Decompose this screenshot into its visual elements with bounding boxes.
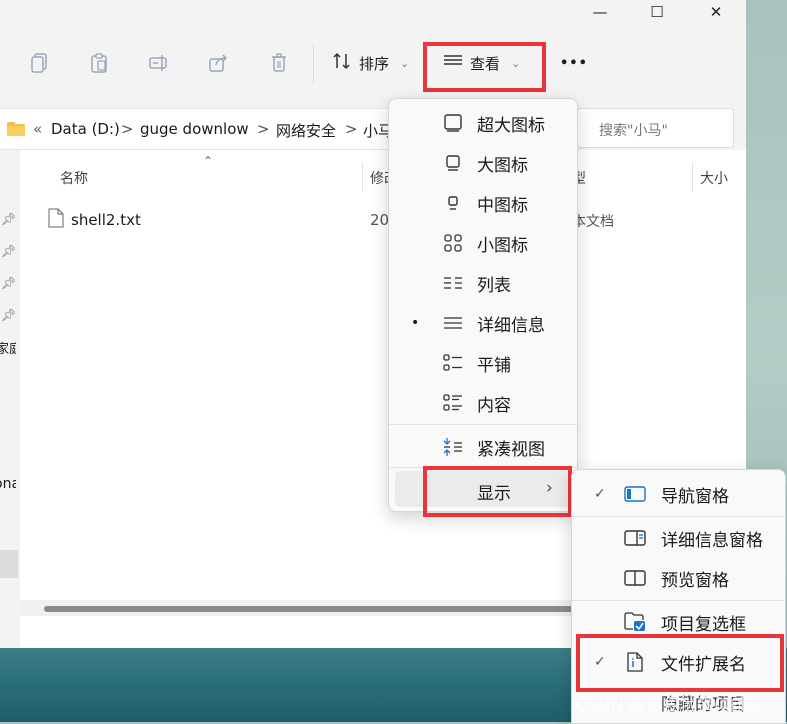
menu-item-label: 大图标 [477, 155, 528, 176]
menu-item-tiles[interactable]: 平铺 [389, 345, 577, 381]
menu-item-label: 列表 [477, 275, 511, 296]
menu-item-small-icons[interactable]: 小图标 [389, 225, 577, 261]
menu-item-label: 超大图标 [477, 115, 545, 136]
nav-item-partial[interactable]: ona [0, 476, 16, 492]
menu-separator [389, 424, 577, 425]
submenu-item-navigation-pane[interactable]: ✓ 导航窗格 [572, 476, 785, 512]
file-type: 本文档 [572, 214, 614, 230]
medium-icons-icon [442, 192, 464, 214]
command-bar: 排序 ⌄ 查看 ⌄ ••• [0, 36, 746, 92]
pin-icon[interactable]: 📌︎ [1, 308, 16, 322]
selected-bullet-icon: • [411, 315, 420, 331]
paste-icon[interactable] [85, 50, 113, 76]
menu-item-label: 小图标 [477, 235, 528, 256]
submenu-item-preview-pane[interactable]: 预览窗格 [572, 560, 785, 596]
extra-large-icons-icon [442, 112, 464, 134]
menu-item-label: 内容 [477, 395, 511, 416]
file-extensions-highlight [576, 634, 784, 692]
submenu-item-label: 详细信息窗格 [661, 530, 763, 551]
show-menu-item-highlight [423, 466, 572, 517]
menu-item-content[interactable]: 内容 [389, 385, 577, 421]
menu-separator [572, 516, 785, 517]
file-name: shell2.txt [71, 211, 141, 229]
tiles-icon [442, 352, 464, 374]
checkmark-icon: ✓ [594, 486, 606, 502]
menu-item-label: 中图标 [477, 195, 528, 216]
breadcrumb-folder[interactable]: guge downlow [140, 120, 249, 138]
breadcrumb-overflow[interactable]: « [33, 120, 42, 138]
nav-item-partial[interactable]: 家庭 [0, 338, 16, 357]
scrollbar-thumb[interactable] [44, 606, 574, 612]
small-icons-icon [442, 232, 464, 254]
minimize-button[interactable]: — [578, 0, 622, 24]
breadcrumb-separator: > [257, 120, 270, 138]
breadcrumb-folder[interactable]: 网络安全 [276, 120, 336, 141]
title-bar: — ☐ ✕ [0, 0, 746, 26]
sort-icon [332, 52, 352, 74]
column-header-name[interactable]: 名称 [60, 168, 88, 188]
large-icons-icon [442, 152, 464, 174]
toolbar-divider [313, 44, 314, 84]
search-input[interactable]: 搜索"小马" [599, 120, 668, 140]
menu-item-extra-large-icons[interactable]: 超大图标 [389, 105, 577, 141]
file-modified: 20 [370, 211, 390, 229]
sort-button[interactable]: 排序 ⌄ [332, 48, 409, 78]
column-separator[interactable] [362, 162, 363, 192]
nav-item-selected[interactable] [0, 550, 18, 578]
content-icon [442, 392, 464, 414]
menu-item-label: 详细信息 [477, 315, 545, 336]
folder-icon [6, 121, 26, 141]
pin-icon[interactable]: 📌︎ [1, 212, 16, 226]
column-header-size[interactable]: 大小 [700, 168, 728, 188]
submenu-item-label: 预览窗格 [661, 570, 729, 591]
view-button-highlight [423, 42, 546, 92]
sort-ascending-icon: ⌃ [203, 154, 214, 168]
details-pane-icon [624, 527, 646, 549]
sort-label: 排序 [359, 54, 390, 73]
menu-item-label: 平铺 [477, 355, 511, 376]
rename-icon[interactable] [145, 50, 173, 76]
search-box[interactable]: 搜索"小马" [577, 108, 734, 148]
share-icon[interactable] [205, 50, 233, 76]
details-icon [442, 312, 464, 334]
menu-item-medium-icons[interactable]: 中图标 [389, 185, 577, 221]
navigation-pane: 📌︎ 📌︎ 📌︎ 📌︎ 家庭 ona [0, 150, 21, 648]
folder-checkbox-icon [624, 611, 646, 633]
list-icon [442, 272, 464, 294]
csdn-watermark: CSDN @黑色地带(崛起) [575, 695, 762, 715]
preview-pane-icon [624, 567, 646, 589]
breadcrumb-separator: > [345, 120, 358, 138]
delete-icon[interactable] [265, 50, 293, 76]
compact-view-icon [442, 436, 464, 458]
breadcrumb-drive[interactable]: Data (D:) [51, 120, 120, 138]
column-separator[interactable] [692, 162, 693, 192]
menu-item-label: 紧凑视图 [477, 439, 545, 460]
submenu-item-label: 导航窗格 [661, 486, 729, 507]
text-file-icon [48, 208, 64, 232]
copy-icon[interactable] [25, 50, 53, 76]
menu-item-list[interactable]: 列表 [389, 265, 577, 301]
navigation-pane-icon [624, 483, 646, 505]
menu-item-large-icons[interactable]: 大图标 [389, 145, 577, 181]
close-button[interactable]: ✕ [694, 0, 738, 24]
submenu-item-details-pane[interactable]: 详细信息窗格 [572, 520, 785, 556]
submenu-item-label: 项目复选框 [661, 614, 746, 635]
maximize-button[interactable]: ☐ [635, 0, 679, 24]
pin-icon[interactable]: 📌︎ [1, 276, 16, 290]
menu-separator [572, 600, 785, 601]
menu-item-compact-view[interactable]: 紧凑视图 [389, 429, 577, 465]
menu-item-details[interactable]: • 详细信息 [389, 305, 577, 341]
breadcrumb-separator: > [121, 120, 134, 138]
view-menu: 超大图标 大图标 中图标 小图标 列表 • 详细信息 平铺 内容 紧凑视图 显示… [388, 98, 578, 512]
pin-icon[interactable]: 📌︎ [1, 244, 16, 258]
more-options-button[interactable]: ••• [560, 48, 588, 78]
chevron-down-icon: ⌄ [400, 56, 410, 70]
